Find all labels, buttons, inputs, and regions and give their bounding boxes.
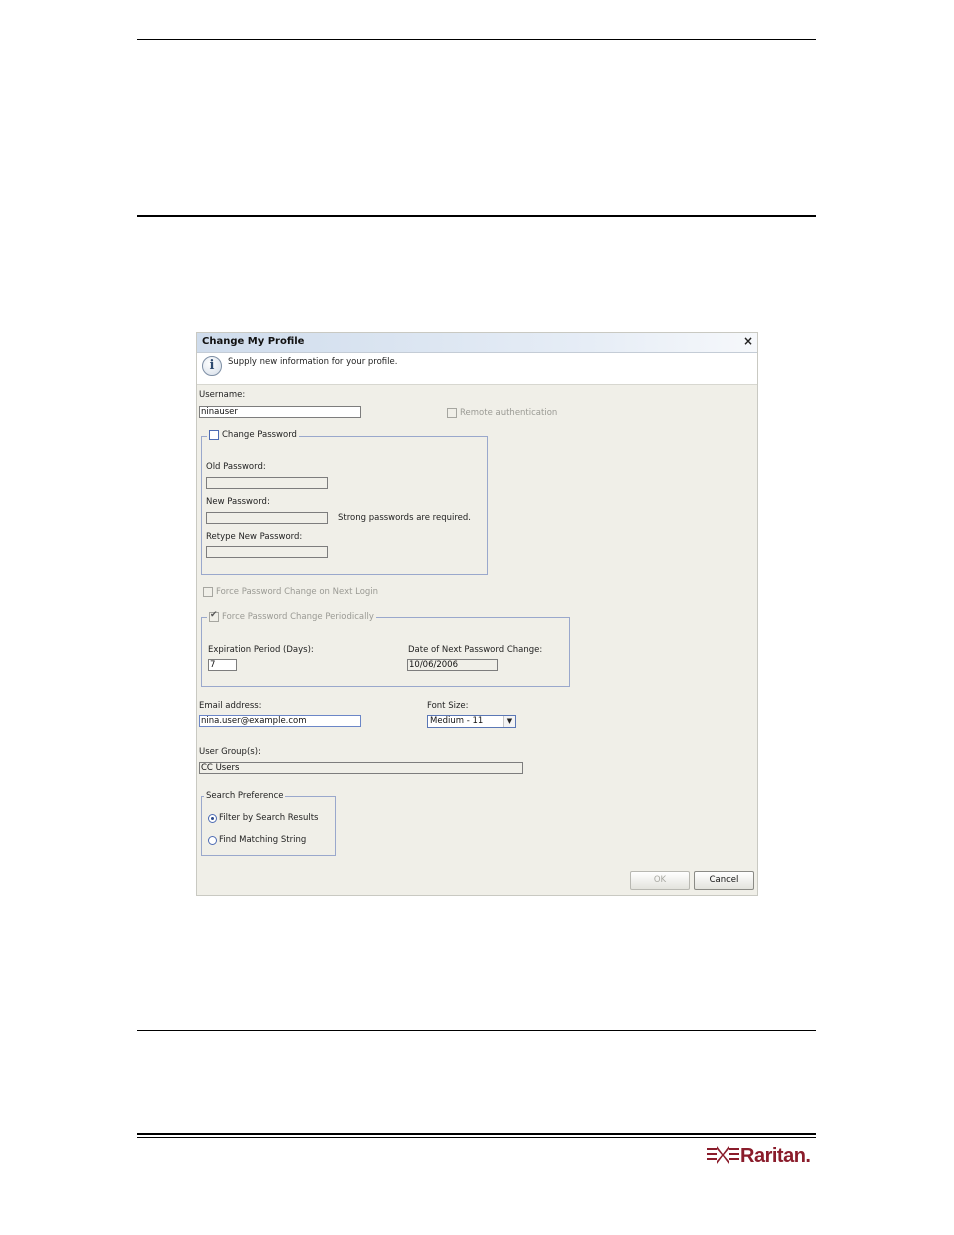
find-matching-radio[interactable] bbox=[208, 836, 217, 845]
find-matching-label: Find Matching String bbox=[219, 835, 307, 845]
top-rule bbox=[137, 39, 816, 40]
change-password-checkbox[interactable] bbox=[209, 430, 219, 440]
retype-password-field[interactable] bbox=[206, 546, 328, 558]
force-periodic-label: Force Password Change Periodically bbox=[222, 612, 374, 622]
next-password-date-field: 10/06/2006 bbox=[407, 659, 498, 671]
username-field[interactable]: ninauser bbox=[199, 406, 361, 418]
ok-button[interactable]: OK bbox=[630, 871, 690, 890]
change-password-legend: Change Password bbox=[207, 430, 299, 441]
username-label: Username: bbox=[199, 390, 246, 400]
footer-rule-bottom bbox=[137, 1137, 816, 1138]
font-size-label: Font Size: bbox=[427, 701, 469, 711]
search-preference-group bbox=[201, 796, 336, 856]
font-size-select[interactable]: Medium - 11 ▼ bbox=[427, 715, 516, 728]
change-my-profile-dialog: Change My Profile × i Supply new informa… bbox=[196, 332, 758, 896]
filter-by-search-label: Filter by Search Results bbox=[219, 813, 319, 823]
footer-rule-top bbox=[137, 1133, 816, 1135]
remote-auth-checkbox[interactable] bbox=[447, 408, 457, 418]
user-groups-field: CC Users bbox=[199, 762, 523, 774]
info-bar: i Supply new information for your profil… bbox=[197, 353, 757, 385]
force-periodic-legend: Force Password Change Periodically bbox=[207, 610, 376, 623]
strong-password-note: Strong passwords are required. bbox=[338, 513, 471, 523]
remote-auth-label: Remote authentication bbox=[460, 408, 558, 418]
close-icon[interactable]: × bbox=[743, 334, 753, 348]
lower-rule bbox=[137, 1030, 816, 1031]
next-password-date-label: Date of Next Password Change: bbox=[408, 645, 543, 655]
info-text: Supply new information for your profile. bbox=[228, 357, 398, 367]
old-password-label: Old Password: bbox=[206, 462, 266, 472]
dialog-titlebar: Change My Profile × bbox=[197, 333, 757, 353]
dialog-title: Change My Profile bbox=[202, 336, 305, 347]
user-groups-label: User Group(s): bbox=[199, 747, 261, 757]
force-periodic-checkbox[interactable] bbox=[209, 610, 219, 622]
force-next-login-checkbox[interactable] bbox=[203, 587, 213, 597]
font-size-value: Medium - 11 bbox=[430, 716, 484, 726]
email-label: Email address: bbox=[199, 701, 262, 711]
expiration-period-label: Expiration Period (Days): bbox=[208, 645, 314, 655]
expiration-period-field[interactable]: 7 bbox=[208, 659, 237, 671]
new-password-field[interactable] bbox=[206, 512, 328, 524]
email-field[interactable]: nina.user@example.com bbox=[199, 715, 361, 727]
info-icon: i bbox=[202, 356, 222, 376]
search-preference-legend: Search Preference bbox=[204, 791, 286, 801]
old-password-field[interactable] bbox=[206, 477, 328, 489]
retype-password-label: Retype New Password: bbox=[206, 532, 303, 542]
change-password-label: Change Password bbox=[222, 430, 297, 440]
new-password-label: New Password: bbox=[206, 497, 270, 507]
cancel-button[interactable]: Cancel bbox=[694, 871, 754, 890]
raritan-brand-text: Raritan. bbox=[740, 1145, 811, 1167]
filter-by-search-radio[interactable] bbox=[208, 814, 217, 823]
force-next-login-label: Force Password Change on Next Login bbox=[216, 587, 379, 597]
chevron-down-icon[interactable]: ▼ bbox=[503, 716, 515, 727]
section-rule bbox=[137, 215, 816, 217]
raritan-logo-icon bbox=[707, 1146, 739, 1164]
